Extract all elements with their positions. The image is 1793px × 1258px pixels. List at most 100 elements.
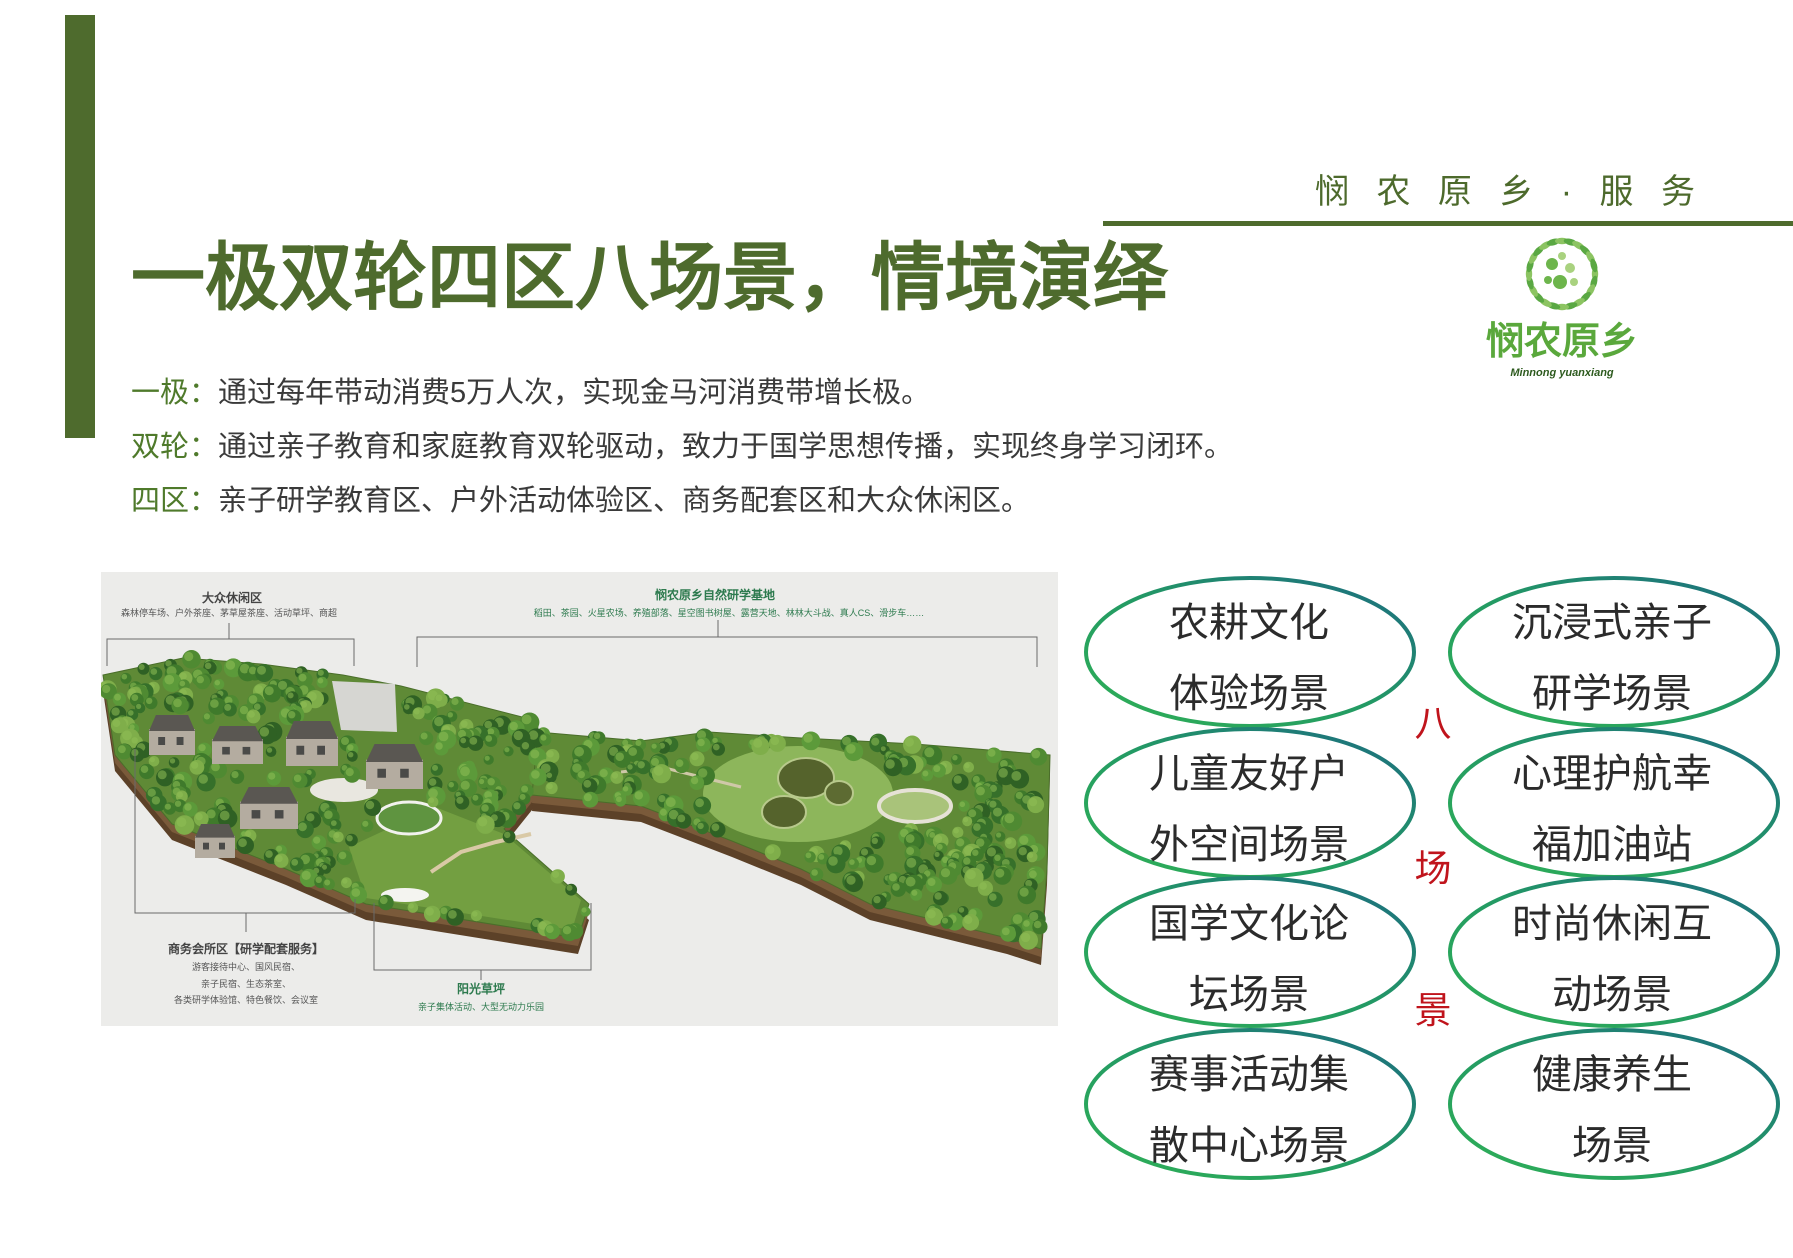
tree-highlight	[203, 713, 210, 720]
tree	[651, 764, 672, 784]
tree	[412, 707, 425, 720]
tree	[962, 913, 980, 931]
tree	[349, 886, 367, 904]
tree-highlight	[924, 747, 935, 758]
building-window	[219, 842, 225, 850]
tree-highlight	[198, 744, 206, 752]
tree	[939, 866, 958, 885]
tree-highlight	[577, 771, 585, 779]
tree	[274, 853, 289, 868]
tree-highlight	[934, 892, 942, 900]
tree-highlight	[487, 728, 495, 735]
leaf-wreath-icon	[1525, 237, 1599, 311]
building	[286, 721, 338, 766]
tree	[582, 791, 599, 808]
tree-highlight	[818, 854, 825, 860]
tree-highlight	[157, 770, 167, 780]
tree	[156, 768, 174, 787]
tree	[316, 676, 328, 688]
tree-highlight	[1033, 920, 1042, 929]
tree-highlight	[803, 733, 813, 743]
tree	[693, 796, 712, 815]
building-wall	[240, 801, 298, 829]
tree-highlight	[1027, 852, 1034, 858]
tree-highlight	[1031, 749, 1041, 759]
tree-highlight	[552, 870, 560, 878]
tree	[337, 850, 353, 866]
tree-highlight	[420, 732, 428, 740]
tree	[963, 761, 974, 773]
tree	[502, 830, 516, 844]
tree	[848, 858, 859, 870]
tree	[903, 735, 922, 754]
intro-text: 通过亲子教育和家庭教育双轮驱动，致力于国学思想传播，实现终身学习闭环。	[218, 431, 1234, 463]
tree-highlight	[873, 895, 881, 904]
tree-highlight	[1001, 927, 1010, 936]
tree-highlight	[1028, 797, 1038, 807]
tree-highlight	[627, 764, 633, 770]
tree-highlight	[1011, 771, 1022, 781]
tree-highlight	[599, 769, 608, 778]
tree-highlight	[338, 851, 347, 860]
tree-highlight	[266, 747, 273, 753]
tree	[650, 742, 661, 753]
tree-highlight	[345, 768, 354, 777]
tree	[529, 768, 547, 786]
tree-highlight	[481, 804, 489, 812]
scene-line: 赛事活动集	[1149, 1053, 1349, 1097]
tree	[189, 759, 205, 775]
tree-highlight	[653, 766, 664, 776]
tree-highlight	[712, 737, 718, 744]
tree	[951, 754, 962, 765]
tree-highlight	[504, 831, 511, 839]
building-roof	[149, 715, 195, 731]
brand-service-heading: 悯 农 原 乡 · 服 务	[1315, 173, 1704, 211]
tree-highlight	[1020, 932, 1031, 943]
tree-highlight	[1023, 920, 1030, 927]
tree	[174, 815, 195, 835]
tree-highlight	[622, 786, 629, 792]
tree	[545, 781, 558, 795]
tree-highlight	[892, 883, 900, 891]
tree	[1026, 851, 1038, 863]
tree	[550, 869, 565, 884]
building-roof	[240, 787, 298, 804]
tree-highlight	[288, 711, 296, 719]
tree	[230, 769, 245, 784]
tree	[163, 802, 176, 815]
building	[240, 787, 298, 829]
tree	[921, 769, 934, 782]
tree	[296, 820, 314, 839]
tree-highlight	[934, 835, 943, 843]
tree-highlight	[690, 776, 699, 785]
building	[212, 726, 263, 764]
intro-text: 通过每年带动消费5万人次，实现金马河消费带增长极。	[218, 377, 931, 409]
tree-highlight	[121, 673, 128, 680]
tree	[430, 763, 443, 776]
tree-highlight	[634, 791, 643, 800]
tree	[539, 733, 552, 746]
tree	[1019, 930, 1038, 950]
tree-highlight	[583, 779, 592, 788]
tree-highlight	[998, 768, 1008, 778]
tree-highlight	[102, 684, 111, 694]
tree-highlight	[298, 673, 307, 682]
tree	[112, 692, 127, 706]
tree	[168, 757, 180, 768]
tree-highlight	[979, 882, 987, 890]
tree	[139, 763, 155, 780]
tree	[407, 902, 419, 913]
tree	[266, 771, 282, 786]
tree-highlight	[677, 814, 686, 823]
tree-highlight	[616, 796, 622, 803]
tree-highlight	[179, 680, 186, 687]
building-wall	[366, 759, 423, 789]
intro-label: 双轮：	[131, 431, 219, 463]
tree-highlight	[989, 893, 997, 901]
pond	[824, 780, 854, 806]
tree-highlight	[530, 749, 540, 759]
tree	[1029, 747, 1048, 766]
tree	[864, 853, 884, 873]
tree-highlight	[173, 698, 182, 708]
tree	[196, 772, 216, 792]
